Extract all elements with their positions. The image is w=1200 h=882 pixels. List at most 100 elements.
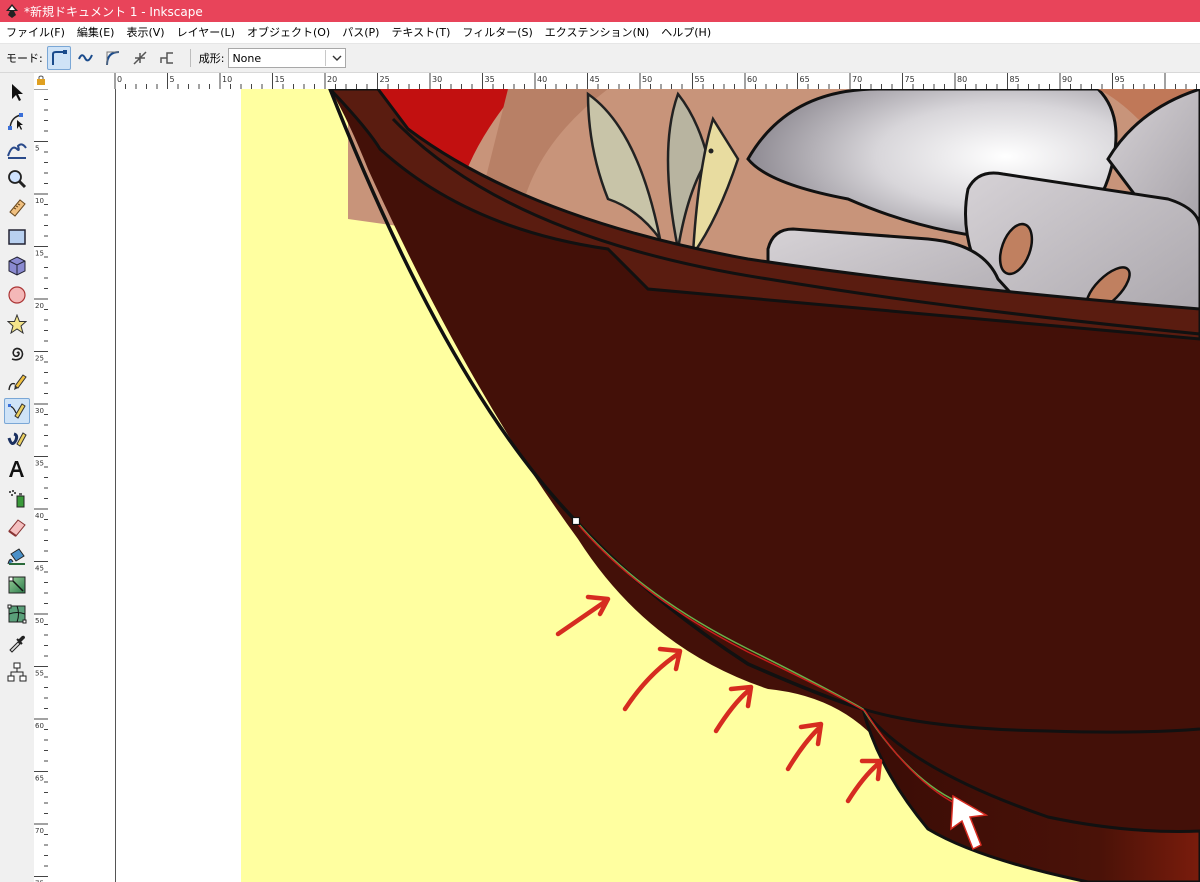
gradient-icon <box>8 576 26 594</box>
canvas-artwork <box>115 89 1200 882</box>
pen-bezier-icon <box>8 403 26 419</box>
mode-label: モード: <box>6 52 43 65</box>
path-start-node[interactable] <box>571 516 581 526</box>
pencil-tool[interactable] <box>4 369 30 395</box>
vertical-ruler[interactable]: 51015202530354045505560657075 <box>34 89 49 882</box>
menu-file[interactable]: ファイル(F) <box>0 22 71 43</box>
ruler-label: 35 <box>485 75 495 84</box>
ruler-icon <box>9 199 26 217</box>
vertical-ruler-ticks: 51015202530354045505560657075 <box>34 89 48 882</box>
ruler-label: 80 <box>957 75 967 84</box>
paint-bucket-icon <box>7 548 25 565</box>
horizontal-ruler[interactable]: 0 5 10 15 20 25 30 35 40 45 50 55 60 65 70 75 80 85 90 95 <box>48 73 1200 90</box>
rectangle-tool[interactable] <box>4 224 30 250</box>
menu-text[interactable]: テキスト(T) <box>385 22 456 43</box>
spiro-mode-button[interactable] <box>74 46 98 70</box>
zigzag-mode-icon <box>159 52 173 64</box>
menu-view[interactable]: 表示(V) <box>120 22 170 43</box>
shape-dropdown[interactable]: None <box>228 48 347 68</box>
eraser-icon <box>8 519 26 537</box>
eraser-tool[interactable] <box>4 514 30 540</box>
selector-tool[interactable] <box>4 79 30 105</box>
ruler-label: 65 <box>800 75 810 84</box>
menu-help[interactable]: ヘルプ(H) <box>655 22 717 43</box>
toolbar-separator <box>189 49 191 67</box>
ruler-corner <box>34 73 49 90</box>
calligraphy-tool[interactable] <box>4 427 30 453</box>
dropper-tool[interactable] <box>4 630 30 656</box>
ruler-label: 45 <box>590 75 600 84</box>
paraxial-mode-button[interactable] <box>128 46 152 70</box>
menu-path[interactable]: パス(P) <box>336 22 385 43</box>
zigzag-mode-button[interactable] <box>155 46 179 70</box>
gradient-tool[interactable] <box>4 572 30 598</box>
magnifier-icon <box>8 170 27 189</box>
menu-layer[interactable]: レイヤー(L) <box>171 22 241 43</box>
paint-bucket-tool[interactable] <box>4 543 30 569</box>
ruler-label: 40 <box>35 512 44 520</box>
ellipse-tool[interactable] <box>4 282 30 308</box>
ruler-label: 85 <box>1010 75 1020 84</box>
ruler-label: 15 <box>35 250 44 258</box>
ruler-label: 20 <box>327 75 337 84</box>
ruler-label: 75 <box>905 75 915 84</box>
star-icon <box>7 314 27 334</box>
ruler-label: 50 <box>642 75 652 84</box>
bspline-mode-icon <box>105 51 119 66</box>
chevron-down-icon <box>325 50 345 66</box>
3dbox-tool[interactable] <box>4 253 30 279</box>
bezier-mode-icon <box>51 50 67 65</box>
ruler-label: 0 <box>117 75 122 84</box>
spray-tool[interactable] <box>4 485 30 511</box>
paraxial-mode-icon <box>133 51 147 65</box>
ruler-label: 10 <box>222 75 232 84</box>
ruler-label: 25 <box>380 75 390 84</box>
3d-box-icon <box>8 256 26 276</box>
spiro-mode-icon <box>77 54 93 62</box>
mesh-tool[interactable] <box>4 601 30 627</box>
title-bar: *新規ドキュメント 1 - Inkscape <box>0 0 1200 22</box>
spray-can-icon <box>9 490 25 508</box>
menu-extensions[interactable]: エクステンション(N) <box>539 22 655 43</box>
ruler-label: 55 <box>695 75 705 84</box>
measure-tool[interactable] <box>4 195 30 221</box>
connector-tool[interactable] <box>4 659 30 685</box>
star-tool[interactable] <box>4 311 30 337</box>
ruler-label: 70 <box>852 75 862 84</box>
ruler-label: 60 <box>35 722 44 730</box>
mesh-icon <box>7 604 27 624</box>
selector-arrow-icon <box>12 84 23 101</box>
menu-object[interactable]: オブジェクト(O) <box>241 22 336 43</box>
menu-edit[interactable]: 編集(E) <box>71 22 121 43</box>
horizontal-ruler-ticks: 0 5 10 15 20 25 30 35 40 45 50 55 60 65 70 75 80 85 90 95 <box>114 73 1197 89</box>
node-tool[interactable] <box>4 108 30 134</box>
rectangle-icon <box>8 229 26 245</box>
bezier-mode-button[interactable] <box>46 46 71 70</box>
ruler-label: 35 <box>35 460 44 468</box>
menu-bar: ファイル(F) 編集(E) 表示(V) レイヤー(L) オブジェクト(O) パス… <box>0 22 1200 44</box>
pencil-icon <box>8 374 27 391</box>
menu-filters[interactable]: フィルター(S) <box>456 22 538 43</box>
text-a-icon <box>9 461 24 477</box>
ruler-label: 60 <box>747 75 757 84</box>
ruler-label: 5 <box>170 75 175 84</box>
bspline-mode-button[interactable] <box>101 46 125 70</box>
ruler-label: 10 <box>35 197 44 205</box>
shape-label: 成形: <box>198 52 225 65</box>
ruler-label: 95 <box>1115 75 1125 84</box>
ruler-label: 90 <box>1062 75 1072 84</box>
spiral-tool[interactable] <box>4 340 30 366</box>
tweak-tool[interactable] <box>4 137 30 163</box>
pen-tool[interactable] <box>4 398 30 424</box>
toolbox <box>0 73 35 882</box>
ruler-label: 25 <box>35 355 44 363</box>
connector-icon <box>7 662 27 682</box>
tool-controls-bar: モード: 成形: None <box>0 44 1200 73</box>
ruler-label: 70 <box>35 827 44 835</box>
drawing-canvas[interactable] <box>48 89 1200 882</box>
dropper-icon <box>9 635 25 653</box>
text-tool[interactable] <box>4 456 30 482</box>
tweak-wave-icon <box>7 143 27 159</box>
lock-guides-icon[interactable] <box>36 75 46 85</box>
zoom-tool[interactable] <box>4 166 30 192</box>
